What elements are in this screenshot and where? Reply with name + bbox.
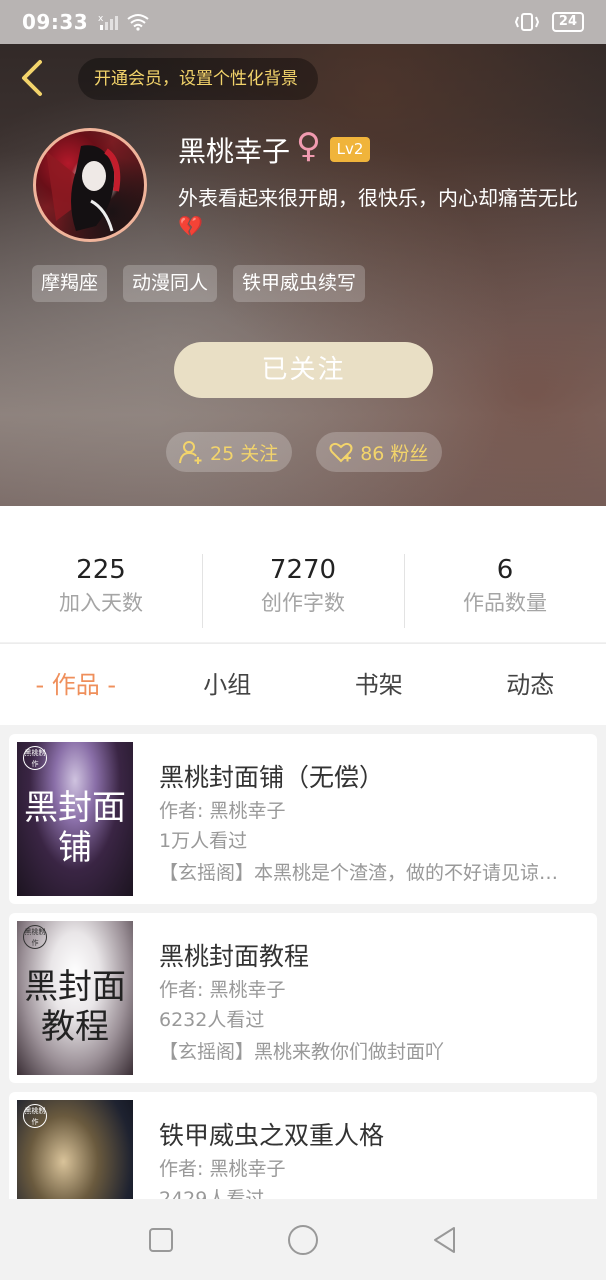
back-button[interactable] [16, 58, 48, 98]
status-bar: 09:33 x 24 [0, 0, 606, 44]
work-author: 作者: 黑桃幸子 [159, 800, 286, 822]
bio: 外表看起来很开朗，很快乐，内心却痛苦无比 💔 [178, 184, 592, 240]
back-triangle-nav-icon [434, 1226, 455, 1253]
system-nav-bar [0, 1199, 606, 1280]
followers-button[interactable]: 86 粉丝 [316, 432, 443, 472]
stat-label: 创作字数 [261, 591, 345, 615]
recents-button[interactable] [141, 1220, 181, 1260]
work-cover: 黑桃制作 黑封面教程 [17, 921, 133, 1075]
broken-heart-icon: 💔 [178, 214, 203, 238]
stat-value: 7270 [269, 555, 337, 585]
tag-list: 摩羯座 动漫同人 铁甲威虫续写 [32, 265, 366, 302]
wifi-icon [127, 14, 149, 31]
work-views: 1万人看过 [159, 830, 248, 852]
home-button[interactable] [283, 1220, 323, 1260]
heart-outline-icon [329, 442, 353, 463]
stat-label: 作品数量 [463, 591, 547, 615]
tag[interactable]: 铁甲威虫续写 [233, 265, 366, 302]
tag[interactable]: 摩羯座 [32, 265, 108, 302]
work-title: 黑桃封面教程 [159, 942, 310, 971]
followers-count: 86 粉丝 [360, 442, 429, 465]
tab-activity[interactable]: 动态 [455, 644, 606, 725]
cover-badge: 黑桃制作 [23, 925, 47, 949]
stats-panel: 225 加入天数 7270 创作字数 6 作品数量 [0, 506, 606, 642]
battery-icon: 24 [551, 12, 584, 32]
status-time: 09:33 [22, 10, 89, 34]
tab-works[interactable]: - 作品 - [0, 644, 152, 725]
cover-badge: 黑桃制作 [23, 746, 47, 770]
avatar[interactable] [33, 128, 147, 242]
female-icon: ♀ [296, 126, 321, 166]
work-title: 黑桃封面铺（无偿） [159, 763, 385, 792]
work-desc: 【玄摇阁】本黑桃是个渣渣，做的不好请见谅… [159, 862, 559, 884]
chevron-left-icon [22, 60, 42, 96]
no-signal-icon: x [98, 14, 119, 30]
work-views: 2429人看过 [159, 1188, 265, 1199]
profile-header: 09:33 x 24 开通会员，设置个性化背景 黑桃幸子 ♀ Lv2 外表看起来… [0, 0, 606, 506]
stat-word-count: 7270 创作字数 [202, 554, 404, 642]
work-cover: 黑桃制作 [17, 1100, 133, 1199]
work-views: 6232人看过 [159, 1009, 265, 1031]
works-list: 黑桃制作 黑封面铺 黑桃封面铺（无偿） 作者: 黑桃幸子 1万人看过 【玄摇阁】… [0, 725, 606, 1199]
work-author: 作者: 黑桃幸子 [159, 1158, 286, 1180]
tag[interactable]: 动漫同人 [123, 265, 218, 302]
work-desc: 【玄摇阁】黑桃来教你们做封面吖 [159, 1041, 445, 1063]
svg-text:x: x [98, 14, 104, 24]
tab-bookshelf[interactable]: 书架 [303, 644, 455, 725]
avatar-image [46, 145, 121, 232]
work-card[interactable]: 黑桃制作 黑封面教程 黑桃封面教程 作者: 黑桃幸子 6232人看过 【玄摇阁】… [9, 913, 597, 1083]
back-nav-button[interactable] [425, 1220, 465, 1260]
tab-bar: - 作品 - 小组 书架 动态 [0, 643, 606, 725]
circle-nav-icon [288, 1224, 318, 1255]
work-cover: 黑桃制作 黑封面铺 [17, 742, 133, 896]
tab-groups[interactable]: 小组 [152, 644, 304, 725]
square-nav-icon [149, 1227, 173, 1252]
stat-value: 6 [496, 555, 514, 585]
person-add-icon [179, 441, 202, 464]
following-count: 25 关注 [210, 442, 279, 465]
level-badge: Lv2 [330, 137, 370, 162]
work-title: 铁甲威虫之双重人格 [159, 1121, 385, 1150]
username: 黑桃幸子 [178, 135, 291, 168]
cover-text: 黑封面铺 [24, 788, 126, 868]
work-card[interactable]: 黑桃制作 黑封面铺 黑桃封面铺（无偿） 作者: 黑桃幸子 1万人看过 【玄摇阁】… [9, 734, 597, 904]
bio-text: 外表看起来很开朗，很快乐，内心却痛苦无比 [178, 186, 578, 210]
stat-works-count: 6 作品数量 [404, 554, 606, 642]
stat-join-days: 225 加入天数 [0, 554, 202, 642]
cover-text: 黑封面教程 [24, 967, 126, 1047]
follow-button[interactable]: 已关注 [174, 342, 433, 398]
following-button[interactable]: 25 关注 [166, 432, 293, 472]
stat-label: 加入天数 [59, 591, 143, 615]
work-card[interactable]: 黑桃制作 铁甲威虫之双重人格 作者: 黑桃幸子 2429人看过 [9, 1092, 597, 1199]
cover-badge: 黑桃制作 [23, 1104, 47, 1128]
vibrate-icon [514, 13, 539, 31]
vip-banner[interactable]: 开通会员，设置个性化背景 [78, 58, 318, 100]
stat-value: 225 [76, 555, 126, 585]
work-author: 作者: 黑桃幸子 [159, 979, 286, 1001]
